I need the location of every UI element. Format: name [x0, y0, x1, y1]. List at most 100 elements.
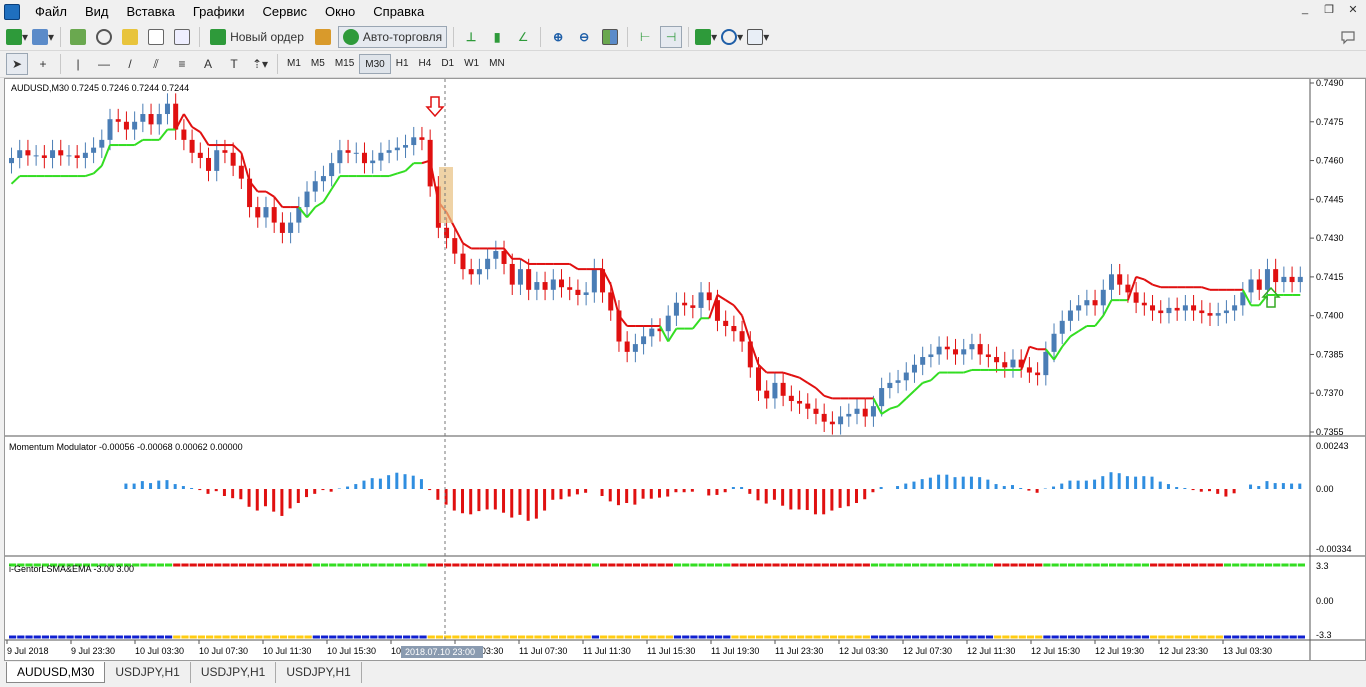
equidistant-channel-button[interactable]: ⫽	[145, 53, 167, 75]
menu-insert[interactable]: Вставка	[118, 0, 184, 24]
candle-body	[1059, 320, 1065, 334]
autoscroll-button[interactable]: ⊢	[634, 26, 656, 48]
candle-body	[624, 341, 630, 352]
zoom-out-button[interactable]: ⊖	[573, 26, 595, 48]
separator	[627, 27, 629, 47]
timeframe-mn[interactable]: MN	[484, 54, 510, 74]
candle-body	[66, 155, 72, 157]
timeframe-h1[interactable]: H1	[391, 54, 414, 74]
timeframe-d1[interactable]: D1	[436, 54, 459, 74]
trendline-button[interactable]: /	[119, 53, 141, 75]
fibonacci-button[interactable]: ≡	[171, 53, 193, 75]
indicators-button[interactable]: ▾	[695, 26, 717, 48]
horizontal-line-button[interactable]: —	[93, 53, 115, 75]
menu-view[interactable]: Вид	[76, 0, 118, 24]
timeframe-h4[interactable]: H4	[414, 54, 437, 74]
trailing-stop-segment	[791, 374, 800, 379]
candle-body	[542, 282, 548, 290]
menu-help[interactable]: Справка	[364, 0, 433, 24]
time-label: 12 Jul 03:30	[839, 646, 888, 656]
candle-body	[739, 331, 745, 342]
new-chart-button[interactable]: ▾	[6, 26, 28, 48]
tab-usdjpy-h1-2[interactable]: USDJPY,H1	[191, 662, 277, 683]
close-icon[interactable]: ✕	[1344, 3, 1362, 16]
menu-file[interactable]: Файл	[26, 0, 76, 24]
candle-body	[1108, 274, 1114, 290]
chart-tabs: AUDUSD,M30 USDJPY,H1 USDJPY,H1 USDJPY,H1	[0, 662, 1366, 687]
menu-bar: Файл Вид Вставка Графики Сервис Окно Спр…	[0, 0, 1366, 24]
data-window-button[interactable]	[93, 26, 115, 48]
price-label: 0.7445	[1316, 194, 1344, 204]
candle-body	[1273, 269, 1279, 283]
chart-canvas[interactable]: 0.7490 0.7475 0.7460 0.7445 0.7430 0.7415 0.74…	[5, 78, 1365, 660]
menu-charts[interactable]: Графики	[184, 0, 254, 24]
line-chart-button[interactable]: ∠	[512, 26, 534, 48]
chart-window[interactable]: 0.7490 0.7475 0.7460 0.7445 0.7430 0.7415 0.74…	[4, 78, 1366, 661]
separator	[277, 54, 278, 74]
text-button[interactable]: A	[197, 53, 219, 75]
candle-body	[682, 302, 688, 306]
trailing-stop-segment	[913, 382, 924, 392]
candle-body	[17, 150, 23, 158]
candle-body	[1125, 284, 1131, 293]
menu-tools[interactable]: Сервис	[254, 0, 317, 24]
restore-icon[interactable]: ❐	[1320, 3, 1338, 16]
chat-icon[interactable]	[1340, 29, 1356, 48]
candle-body	[649, 328, 655, 337]
trailing-stop-segment	[85, 172, 94, 178]
price-label: 0.7490	[1316, 79, 1344, 88]
time-label: 12 Jul 11:30	[967, 646, 1015, 656]
candle-body	[788, 395, 794, 401]
periods-button[interactable]: ▾	[721, 26, 743, 48]
price-label: 0.7475	[1316, 117, 1344, 127]
menu-window[interactable]: Окно	[316, 0, 364, 24]
arrows-button[interactable]: ⇡▾	[249, 53, 271, 75]
vertical-line-button[interactable]: |	[67, 53, 89, 75]
separator	[199, 27, 201, 47]
trailing-stop-segment	[158, 128, 169, 141]
candle-body	[575, 289, 581, 295]
tab-audusd-m30[interactable]: AUDUSD,M30	[6, 662, 106, 683]
trailing-stop-segment	[191, 126, 201, 133]
candles-button[interactable]: ▮	[486, 26, 508, 48]
market-watch-button[interactable]	[67, 26, 89, 48]
candle-body	[706, 292, 712, 301]
candle-body	[214, 150, 220, 171]
indicator2-header: i-GentorLSMA&EMA -3.00 3.00	[9, 564, 134, 574]
cursor-button[interactable]: ➤	[6, 53, 28, 75]
zoom-in-button[interactable]: ⊕	[547, 26, 569, 48]
trailing-stop-segment	[930, 371, 940, 382]
terminal-button[interactable]	[145, 26, 167, 48]
timeframe-m5[interactable]: M5	[306, 54, 330, 74]
crosshair-button[interactable]: +	[32, 53, 54, 75]
templates-button[interactable]: ▾	[747, 26, 769, 48]
text-label-button[interactable]: T	[223, 53, 245, 75]
navigator-button[interactable]	[119, 26, 141, 48]
tab-usdjpy-h1[interactable]: USDJPY,H1	[105, 662, 191, 683]
timeframe-w1[interactable]: W1	[459, 54, 484, 74]
minimize-icon[interactable]: _	[1296, 3, 1314, 16]
new-order-button[interactable]: Новый ордер	[206, 26, 308, 48]
candle-body	[501, 251, 507, 264]
time-label: 13 Jul 03:30	[1223, 646, 1272, 656]
trailing-stop-segment	[733, 304, 743, 317]
timeframe-m30[interactable]: M30	[359, 54, 391, 74]
tester-button[interactable]	[171, 26, 193, 48]
chart-shift-button[interactable]: ⊣	[660, 26, 683, 48]
candle-body	[862, 408, 868, 417]
timeframe-m1[interactable]: M1	[282, 54, 306, 74]
tile-windows-button[interactable]	[599, 26, 621, 48]
metaeditor-button[interactable]	[312, 26, 334, 48]
autotrading-button[interactable]: Авто-торговля	[337, 26, 448, 48]
candle-body	[813, 408, 819, 414]
timeframe-m15[interactable]: M15	[330, 54, 359, 74]
tab-usdjpy-h1-3[interactable]: USDJPY,H1	[276, 662, 362, 683]
bar-chart-button[interactable]: ⊥	[460, 26, 482, 48]
trailing-stop-segment	[314, 201, 324, 208]
indicator2-label: -3.3	[1316, 630, 1332, 640]
candle-body	[509, 263, 515, 285]
trailing-stop-segment	[1078, 325, 1088, 333]
trailing-stop-segment	[322, 188, 333, 203]
trailing-stop-segment	[1201, 286, 1211, 291]
profiles-button[interactable]: ▾	[32, 26, 54, 48]
